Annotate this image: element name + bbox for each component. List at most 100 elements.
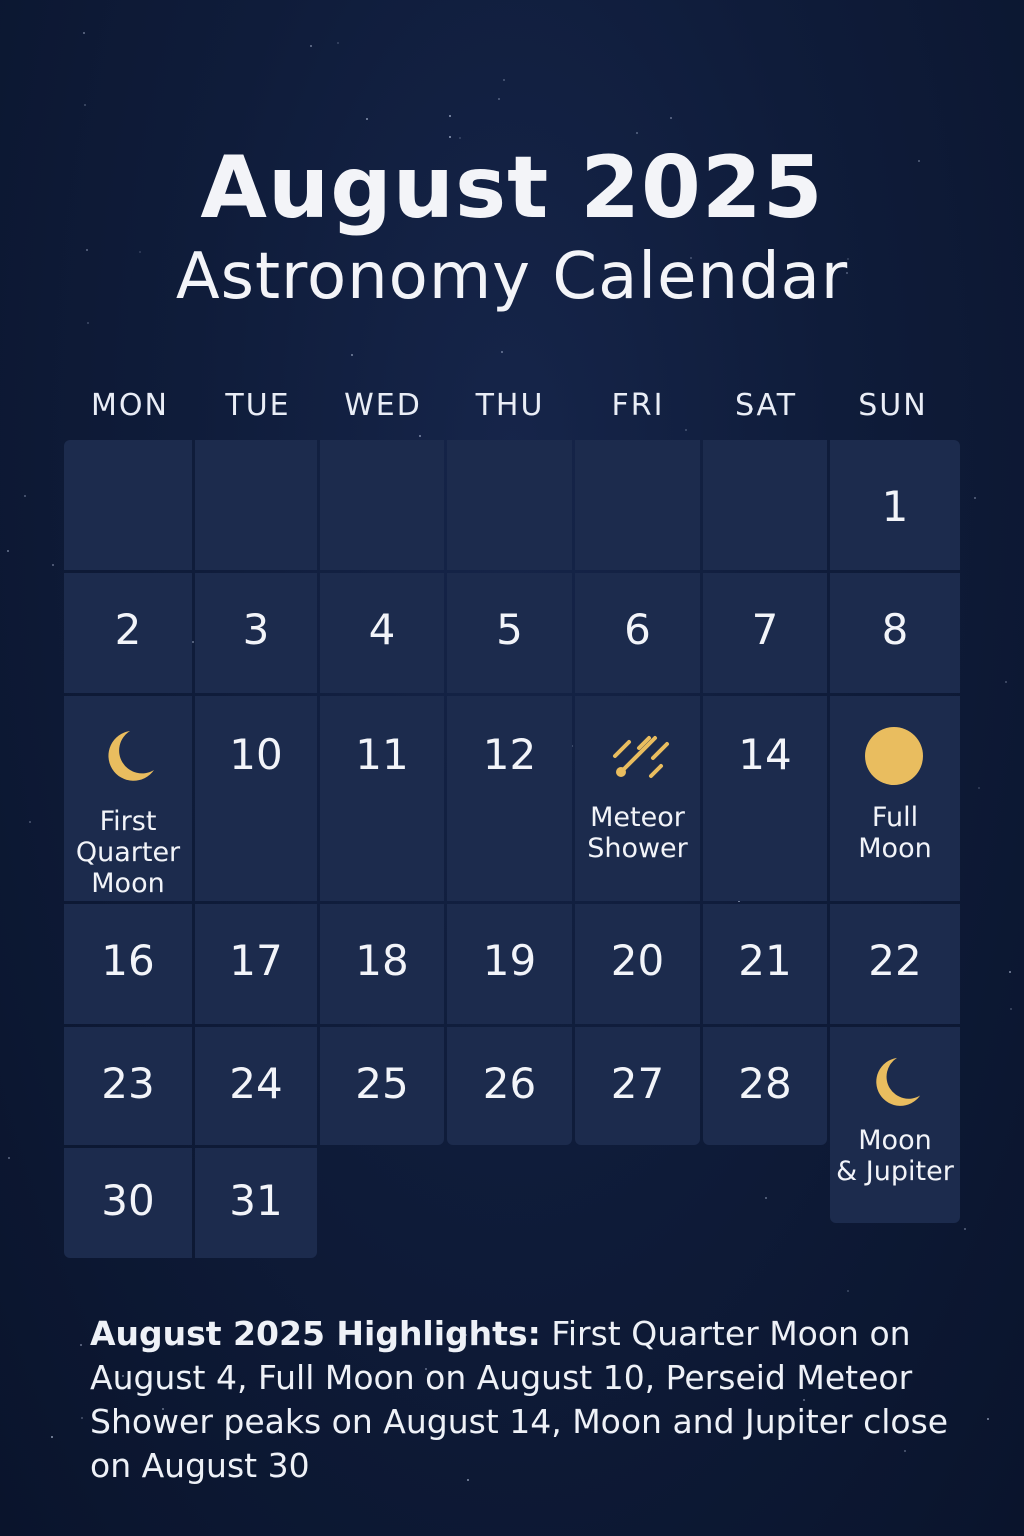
calendar-day-23[interactable]: 23 (64, 1027, 192, 1145)
star (498, 98, 500, 100)
day-number: 18 (355, 936, 409, 985)
day-number: 10 (229, 730, 283, 779)
star (81, 1417, 83, 1419)
calendar-day-30[interactable]: 30 (64, 1148, 192, 1258)
weekday-fri: FRI (611, 388, 665, 423)
day-number: 22 (868, 936, 922, 985)
calendar-cell-empty (64, 440, 192, 570)
star (974, 497, 976, 499)
calendar-cell-empty (320, 440, 444, 570)
star (1009, 971, 1011, 973)
calendar-day-1[interactable]: 1 (830, 440, 960, 570)
calendar-day-11[interactable]: 11 (320, 696, 444, 901)
calendar-cell-empty (447, 440, 572, 570)
star (80, 1344, 82, 1346)
calendar-day-19[interactable]: 19 (447, 904, 572, 1024)
event-label: Meteor Shower (587, 802, 688, 864)
calendar-day-24[interactable]: 24 (195, 1027, 317, 1145)
star (503, 79, 505, 81)
star (987, 1418, 989, 1420)
calendar-day-28[interactable]: 28 (703, 1027, 827, 1145)
star (192, 641, 194, 643)
star (847, 1290, 849, 1292)
weekday-tue: TUE (225, 388, 291, 423)
day-number: 3 (242, 605, 270, 654)
star (501, 351, 503, 353)
calendar-day-26[interactable]: 26 (447, 1027, 572, 1145)
weekday-wed: WED (344, 388, 422, 423)
day-number: 16 (101, 936, 155, 985)
star (84, 104, 86, 106)
day-number: 8 (881, 605, 909, 654)
calendar-day-21[interactable]: 21 (703, 904, 827, 1024)
calendar-day-7[interactable]: 7 (703, 573, 827, 693)
star (978, 787, 980, 789)
star (87, 322, 89, 324)
day-number: 20 (610, 936, 665, 985)
calendar-event-moon-jupiter[interactable]: Moon & Jupiter (830, 1027, 960, 1223)
day-number: 4 (368, 605, 396, 654)
star (1005, 681, 1007, 683)
calendar-event-meteor-shower[interactable]: Meteor Shower (575, 696, 700, 901)
day-number: 2 (114, 605, 142, 654)
event-label: Moon & Jupiter (836, 1125, 954, 1187)
calendar-day-10[interactable]: 10 (195, 696, 317, 901)
calendar-day-25[interactable]: 25 (320, 1027, 444, 1145)
weekday-sat: SAT (734, 388, 798, 423)
crescent-moon-icon (108, 731, 154, 781)
calendar-day-27[interactable]: 27 (575, 1027, 700, 1145)
day-number: 12 (482, 730, 537, 779)
day-number: 14 (738, 730, 792, 779)
page-title: August 2025 (200, 138, 824, 238)
calendar-event-first-quarter-moon[interactable]: First Quarter Moon (64, 696, 192, 901)
calendar-day-3[interactable]: 3 (195, 573, 317, 693)
star (7, 550, 9, 552)
calendar-cell-empty (195, 440, 317, 570)
calendar-day-4[interactable]: 4 (320, 573, 444, 693)
day-number: 7 (751, 605, 779, 654)
page-subtitle: Astronomy Calendar (175, 240, 849, 314)
event-label: Full Moon (858, 802, 932, 864)
day-number: 31 (229, 1176, 283, 1225)
event-label: First Quarter Moon (75, 806, 181, 899)
highlights-heading: August 2025 Highlights: (90, 1314, 541, 1353)
star (29, 821, 31, 823)
day-number: 25 (355, 1059, 409, 1108)
calendar-day-20[interactable]: 20 (575, 904, 700, 1024)
star (51, 1436, 53, 1438)
calendar-event-full-moon[interactable]: Full Moon (830, 696, 960, 901)
calendar-day-12[interactable]: 12 (447, 696, 572, 901)
calendar-day-16[interactable]: 16 (64, 904, 192, 1024)
star (419, 435, 421, 437)
star (366, 118, 368, 120)
calendar-day-17[interactable]: 17 (195, 904, 317, 1024)
meteor-icon (613, 736, 669, 778)
star (337, 42, 339, 44)
calendar-day-5[interactable]: 5 (447, 573, 572, 693)
star (964, 1228, 966, 1230)
calendar-day-8[interactable]: 8 (830, 573, 960, 693)
star (449, 115, 451, 117)
calendar-cell-empty (703, 440, 827, 570)
weekday-thu: THU (475, 388, 545, 423)
calendar-day-22[interactable]: 22 (830, 904, 960, 1024)
weekday-sun: SUN (858, 388, 928, 423)
calendar-day-2[interactable]: 2 (64, 573, 192, 693)
calendar-day-14[interactable]: 14 (703, 696, 827, 901)
highlights-paragraph: August 2025 Highlights: First Quarter Mo… (90, 1312, 950, 1488)
day-number: 24 (229, 1059, 283, 1108)
calendar-day-18[interactable]: 18 (320, 904, 444, 1024)
day-number: 28 (738, 1059, 792, 1108)
full-moon-icon (865, 727, 923, 785)
star (83, 32, 85, 34)
day-number: 21 (738, 936, 792, 985)
weekday-mon: MON (91, 388, 169, 423)
calendar-day-31[interactable]: 31 (195, 1148, 317, 1258)
day-number: 26 (482, 1059, 537, 1108)
star (24, 495, 26, 497)
day-number: 1 (881, 482, 909, 531)
day-number: 17 (229, 936, 283, 985)
calendar-day-6[interactable]: 6 (575, 573, 700, 693)
day-number: 5 (496, 605, 523, 654)
star (1010, 1008, 1012, 1010)
